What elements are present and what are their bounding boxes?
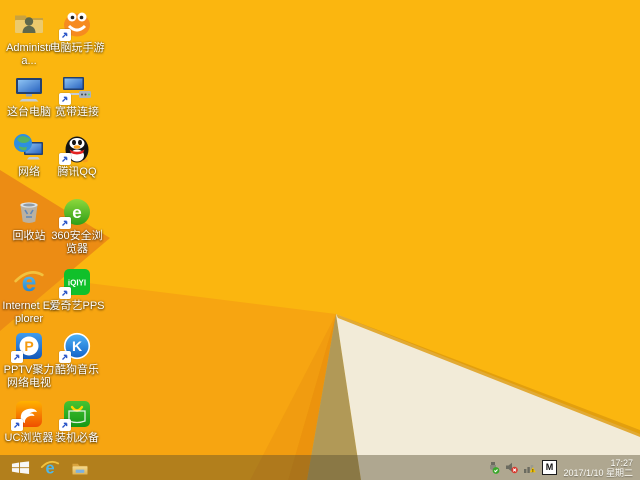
- desktop-icon-zhuangji-bibei[interactable]: 装机必备: [48, 398, 106, 445]
- ie-icon: e: [13, 266, 45, 298]
- uc-squirrel-icon: [11, 398, 45, 431]
- taskbar-explorer-button[interactable]: [65, 455, 95, 480]
- icon-label: 宽带连接: [55, 106, 99, 118]
- taskbar-clock[interactable]: 17:27 2017/1/10 星期二: [563, 458, 635, 478]
- desktop-icon-360-browser[interactable]: e 360安全浏览器: [48, 196, 106, 256]
- icon-label: 回收站: [12, 230, 46, 242]
- user-folder-icon: [13, 8, 45, 40]
- usb-safely-remove-icon[interactable]: [486, 461, 500, 475]
- system-tray: M 17:27 2017/1/10 星期二: [486, 458, 635, 478]
- ie-icon: e: [40, 459, 60, 477]
- ime-indicator[interactable]: M: [542, 460, 557, 475]
- icon-label: 360安全浏览器: [51, 230, 103, 255]
- windows-logo-icon: [11, 461, 29, 475]
- shortcut-arrow-icon: [11, 351, 23, 363]
- shortcut-arrow-icon: [59, 217, 71, 229]
- shortcut-arrow-icon: [59, 153, 71, 165]
- monster-icon: [59, 8, 93, 41]
- svg-text:K: K: [72, 338, 82, 354]
- icon-label: 爱奇艺PPS: [49, 300, 105, 312]
- desktop-icon-qq[interactable]: 腾讯QQ: [48, 132, 106, 179]
- globe-network-icon: [13, 132, 45, 164]
- green-e-browser-icon: e: [59, 196, 93, 229]
- svg-text:P: P: [24, 338, 33, 354]
- desktop: Administra... 电脑玩手游 这台电脑 宽带连接 网络 腾讯QQ 回收…: [0, 0, 640, 480]
- icon-label: 酷狗音乐: [55, 364, 99, 376]
- icon-label: 腾讯QQ: [57, 166, 97, 178]
- pptv-icon: P: [11, 330, 45, 363]
- shortcut-arrow-icon: [59, 419, 71, 431]
- recycle-bin-icon: [13, 196, 45, 228]
- desktop-icon-pc-play-mobile-games[interactable]: 电脑玩手游: [48, 8, 106, 55]
- network-warning-icon[interactable]: [522, 461, 536, 475]
- clock-date: 2017/1/10 星期二: [563, 467, 633, 478]
- shortcut-arrow-icon: [11, 419, 23, 431]
- qq-penguin-icon: [59, 132, 93, 165]
- desktop-icon-broadband[interactable]: 宽带连接: [48, 72, 106, 119]
- icon-label: 网络: [18, 166, 40, 178]
- icon-label: 电脑玩手游: [49, 42, 105, 54]
- shortcut-arrow-icon: [59, 351, 71, 363]
- svg-text:e: e: [72, 203, 81, 222]
- kugou-icon: K: [59, 330, 93, 363]
- desktop-icon-kugou[interactable]: K 酷狗音乐: [48, 330, 106, 377]
- shortcut-arrow-icon: [59, 93, 71, 105]
- computer-icon: [13, 72, 45, 104]
- desktop-icon-iqiyi[interactable]: iQIYI 爱奇艺PPS: [48, 266, 106, 313]
- svg-text:iQIYI: iQIYI: [68, 279, 86, 288]
- shortcut-arrow-icon: [59, 287, 71, 299]
- shopping-bag-icon: [59, 398, 93, 431]
- computer-modem-icon: [59, 72, 93, 105]
- taskbar-ie-button[interactable]: e: [35, 455, 65, 480]
- volume-muted-icon[interactable]: [504, 461, 518, 475]
- iqiyi-icon: iQIYI: [59, 266, 93, 299]
- taskbar: e M 17:27 2017/1/10 星期二: [0, 455, 640, 480]
- shortcut-arrow-icon: [59, 29, 71, 41]
- icon-label: UC浏览器: [4, 432, 54, 444]
- icon-label: 这台电脑: [7, 106, 51, 118]
- start-button[interactable]: [5, 455, 35, 480]
- file-explorer-icon: [72, 463, 88, 475]
- clock-time: 17:27: [610, 457, 633, 468]
- icon-label: 装机必备: [55, 432, 99, 444]
